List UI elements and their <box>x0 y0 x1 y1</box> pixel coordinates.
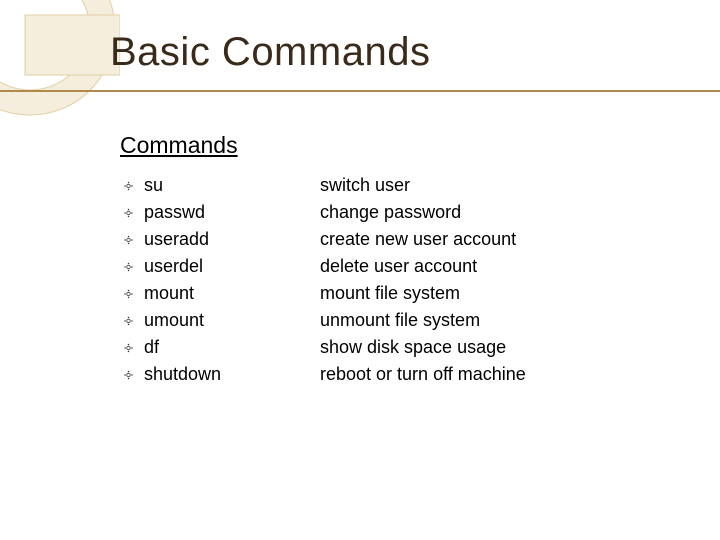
corner-decoration <box>0 0 120 120</box>
bullet-icon: ༓ <box>124 340 144 358</box>
bullet-icon: ༓ <box>124 178 144 196</box>
list-item: ༓ useradd create new user account <box>124 229 624 256</box>
command-name: passwd <box>144 202 320 223</box>
command-name: umount <box>144 310 320 331</box>
slide-title: Basic Commands <box>110 30 430 75</box>
command-name: shutdown <box>144 364 320 385</box>
section-subtitle: Commands <box>120 132 238 159</box>
bullet-icon: ༓ <box>124 313 144 331</box>
command-desc: reboot or turn off machine <box>320 364 624 385</box>
command-desc: switch user <box>320 175 624 196</box>
list-item: ༓ shutdown reboot or turn off machine <box>124 364 624 391</box>
command-name: mount <box>144 283 320 304</box>
list-item: ༓ userdel delete user account <box>124 256 624 283</box>
bullet-icon: ༓ <box>124 205 144 223</box>
command-desc: create new user account <box>320 229 624 250</box>
list-item: ༓ df show disk space usage <box>124 337 624 364</box>
list-item: ༓ umount unmount file system <box>124 310 624 337</box>
command-name: df <box>144 337 320 358</box>
bullet-icon: ༓ <box>124 367 144 385</box>
bullet-icon: ༓ <box>124 232 144 250</box>
command-list: ༓ su switch user ༓ passwd change passwor… <box>124 175 624 391</box>
command-desc: mount file system <box>320 283 624 304</box>
command-name: userdel <box>144 256 320 277</box>
list-item: ༓ passwd change password <box>124 202 624 229</box>
command-desc: show disk space usage <box>320 337 624 358</box>
title-underline <box>0 90 720 92</box>
command-desc: change password <box>320 202 624 223</box>
bullet-icon: ༓ <box>124 259 144 277</box>
list-item: ༓ su switch user <box>124 175 624 202</box>
bullet-icon: ༓ <box>124 286 144 304</box>
command-name: su <box>144 175 320 196</box>
command-desc: unmount file system <box>320 310 624 331</box>
command-desc: delete user account <box>320 256 624 277</box>
command-name: useradd <box>144 229 320 250</box>
list-item: ༓ mount mount file system <box>124 283 624 310</box>
